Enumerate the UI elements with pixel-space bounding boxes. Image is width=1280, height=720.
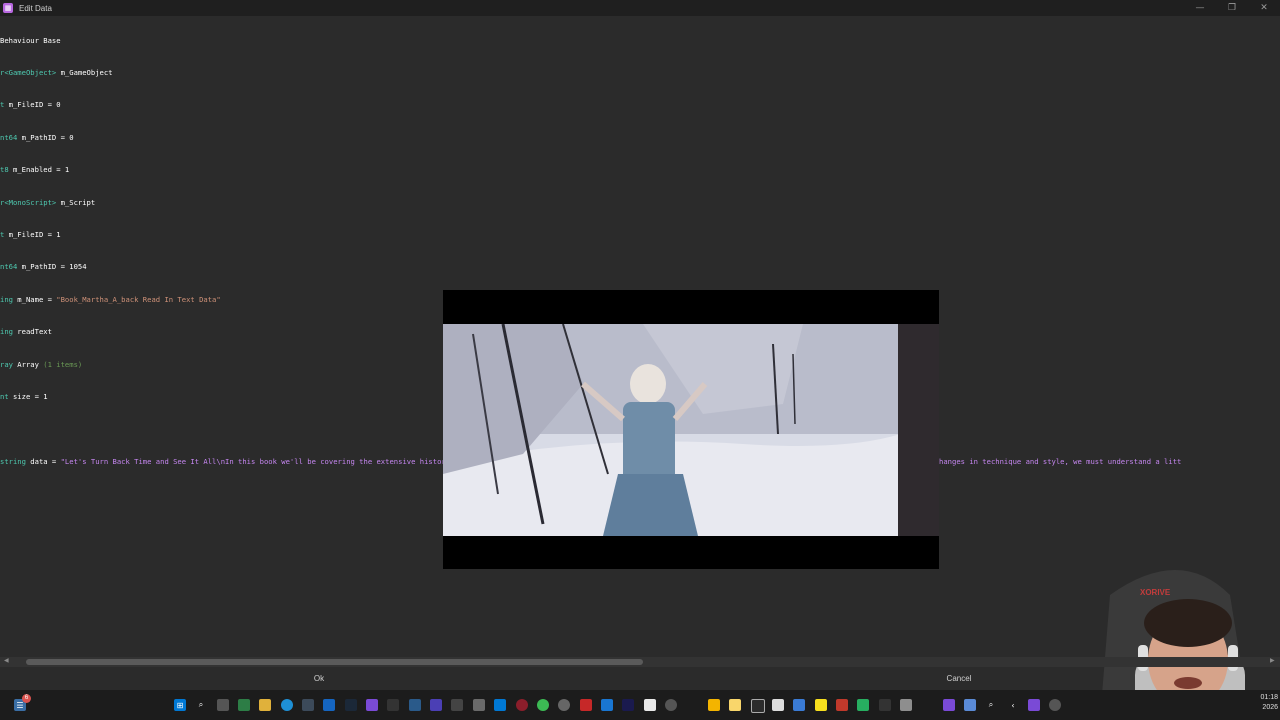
app-doc-icon[interactable] [772, 699, 784, 711]
editor-line: t m_FileID = 1 [0, 229, 61, 239]
app-purple-icon[interactable] [366, 699, 378, 711]
minimize-button[interactable]: — [1184, 3, 1216, 13]
scrollbar-thumb[interactable] [26, 659, 643, 665]
app-dark-icon[interactable] [387, 699, 399, 711]
app-yellow-icon[interactable] [708, 699, 720, 711]
edge-icon[interactable] [281, 699, 293, 711]
editor-line: nt64 m_PathID = 1054 [0, 262, 87, 272]
editor-line: t m_FileID = 0 [0, 100, 61, 110]
ok-button[interactable]: Ok [259, 670, 379, 686]
editor-line: nt64 m_PathID = 0 [0, 132, 74, 142]
vscode-icon[interactable] [494, 699, 506, 711]
app-indigo-icon[interactable] [430, 699, 442, 711]
terminal-icon[interactable] [751, 699, 765, 713]
app-grey-icon[interactable] [451, 699, 463, 711]
store-icon[interactable] [302, 699, 314, 711]
app-lime-icon[interactable] [815, 699, 827, 711]
app-white-icon[interactable] [644, 699, 656, 711]
settings-icon[interactable] [558, 699, 570, 711]
taskbar-clock[interactable]: 01:18 2026 [1246, 693, 1278, 713]
tray-search-icon[interactable]: ⌕ [985, 699, 997, 711]
steam-icon[interactable] [345, 699, 357, 711]
taskbar [0, 690, 1280, 720]
app-icon: ▦ [3, 3, 13, 13]
scroll-right-icon[interactable]: ▶ [1270, 657, 1275, 664]
notes-icon[interactable] [729, 699, 741, 711]
data-editor[interactable]: Behaviour Base r<GameObject> m_GameObjec… [0, 14, 1280, 466]
app-purple2-icon[interactable] [943, 699, 955, 711]
app-red-icon[interactable] [580, 699, 592, 711]
editor-line: r<GameObject> m_GameObject [0, 67, 113, 77]
window-title: Edit Data [19, 3, 52, 13]
chrome-icon[interactable] [537, 699, 549, 711]
search-icon[interactable]: ⌕ [195, 699, 207, 711]
app-tray-icon[interactable] [964, 699, 976, 711]
mail-icon[interactable] [323, 699, 335, 711]
app-blue-icon[interactable] [409, 699, 421, 711]
video-frame [443, 324, 939, 536]
tray-arrow-icon[interactable]: ‹ [1007, 699, 1019, 711]
close-button[interactable]: ✕ [1248, 3, 1280, 13]
maximize-button[interactable]: ❐ [1216, 3, 1248, 13]
editor-line: Behaviour Base [0, 35, 61, 45]
notification-badge: 6 [22, 694, 31, 703]
windows-start-icon[interactable]: ⊞ [174, 699, 186, 711]
widgets-icon[interactable] [238, 699, 250, 711]
app-user-icon[interactable] [473, 699, 485, 711]
clock-date: 2026 [1262, 704, 1278, 711]
file-explorer-icon[interactable] [259, 699, 271, 711]
app-red2-icon[interactable] [836, 699, 848, 711]
chair-brand-text: XORIVE [1140, 588, 1171, 597]
editor-line: r<MonoScript> m_Script [0, 197, 96, 207]
app-blue2-icon[interactable] [601, 699, 613, 711]
video-overlay [443, 290, 939, 569]
app-circle-icon[interactable] [665, 699, 677, 711]
cancel-button[interactable]: Cancel [899, 670, 1019, 686]
app-green-icon[interactable] [857, 699, 869, 711]
recording-icon[interactable] [516, 699, 528, 711]
app-misc-icon[interactable] [900, 699, 912, 711]
clock-time: 01:18 [1260, 694, 1278, 701]
scroll-left-icon[interactable]: ◀ [4, 657, 9, 664]
tray-app-icon[interactable] [1028, 699, 1040, 711]
snowy-forest-scene [443, 324, 939, 536]
task-view-icon[interactable] [217, 699, 229, 711]
editor-line: t8 m_Enabled = 1 [0, 165, 70, 175]
after-effects-icon[interactable] [622, 699, 634, 711]
app-blue3-icon[interactable] [793, 699, 805, 711]
app-black-icon[interactable] [879, 699, 891, 711]
tray-settings-icon[interactable] [1049, 699, 1061, 711]
